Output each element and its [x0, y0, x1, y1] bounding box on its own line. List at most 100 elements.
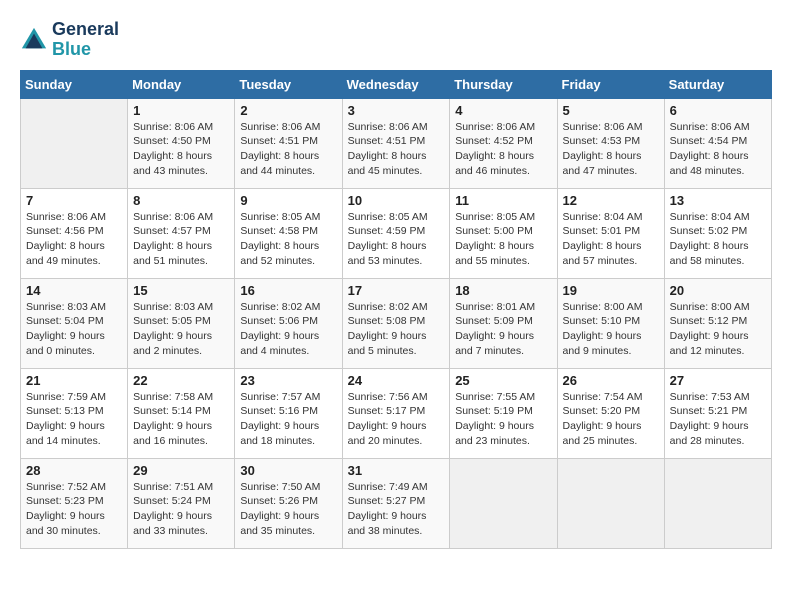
day-number: 27	[670, 373, 766, 388]
day-info: Sunrise: 8:06 AM Sunset: 4:51 PM Dayligh…	[348, 120, 445, 179]
calendar-cell: 29 Sunrise: 7:51 AM Sunset: 5:24 PM Dayli…	[128, 458, 235, 548]
day-info: Sunrise: 8:04 AM Sunset: 5:01 PM Dayligh…	[563, 210, 659, 269]
weekday-header-tuesday: Tuesday	[235, 70, 342, 98]
weekday-header-saturday: Saturday	[664, 70, 771, 98]
calendar-cell: 9 Sunrise: 8:05 AM Sunset: 4:58 PM Daylig…	[235, 188, 342, 278]
calendar-cell: 27 Sunrise: 7:53 AM Sunset: 5:21 PM Dayli…	[664, 368, 771, 458]
day-number: 21	[26, 373, 122, 388]
calendar-week-row: 7 Sunrise: 8:06 AM Sunset: 4:56 PM Daylig…	[21, 188, 772, 278]
calendar-cell: 3 Sunrise: 8:06 AM Sunset: 4:51 PM Daylig…	[342, 98, 450, 188]
day-info: Sunrise: 8:06 AM Sunset: 4:52 PM Dayligh…	[455, 120, 551, 179]
day-info: Sunrise: 8:00 AM Sunset: 5:10 PM Dayligh…	[563, 300, 659, 359]
calendar-cell	[664, 458, 771, 548]
day-number: 28	[26, 463, 122, 478]
day-info: Sunrise: 8:06 AM Sunset: 4:53 PM Dayligh…	[563, 120, 659, 179]
day-info: Sunrise: 8:03 AM Sunset: 5:05 PM Dayligh…	[133, 300, 229, 359]
calendar-cell: 23 Sunrise: 7:57 AM Sunset: 5:16 PM Dayli…	[235, 368, 342, 458]
day-number: 7	[26, 193, 122, 208]
calendar-cell: 20 Sunrise: 8:00 AM Sunset: 5:12 PM Dayli…	[664, 278, 771, 368]
day-number: 16	[240, 283, 336, 298]
day-number: 31	[348, 463, 445, 478]
day-info: Sunrise: 8:06 AM Sunset: 4:57 PM Dayligh…	[133, 210, 229, 269]
day-number: 13	[670, 193, 766, 208]
day-number: 3	[348, 103, 445, 118]
day-number: 15	[133, 283, 229, 298]
weekday-header-friday: Friday	[557, 70, 664, 98]
calendar-cell: 30 Sunrise: 7:50 AM Sunset: 5:26 PM Dayli…	[235, 458, 342, 548]
day-number: 19	[563, 283, 659, 298]
day-number: 17	[348, 283, 445, 298]
day-info: Sunrise: 8:06 AM Sunset: 4:51 PM Dayligh…	[240, 120, 336, 179]
calendar-week-row: 28Sunrise: 7:52 AM Sunset: 5:23 PM Dayli…	[21, 458, 772, 548]
day-number: 24	[348, 373, 445, 388]
calendar-cell: 17 Sunrise: 8:02 AM Sunset: 5:08 PM Dayli…	[342, 278, 450, 368]
day-info: Sunrise: 8:06 AM Sunset: 4:54 PM Dayligh…	[670, 120, 766, 179]
weekday-header-monday: Monday	[128, 70, 235, 98]
calendar-cell: 22 Sunrise: 7:58 AM Sunset: 5:14 PM Dayli…	[128, 368, 235, 458]
page-header: General Blue	[20, 20, 772, 60]
day-number: 25	[455, 373, 551, 388]
calendar-cell: 11Sunrise: 8:05 AM Sunset: 5:00 PM Dayli…	[450, 188, 557, 278]
day-info: Sunrise: 7:53 AM Sunset: 5:21 PM Dayligh…	[670, 390, 766, 449]
day-number: 29	[133, 463, 229, 478]
calendar-cell: 18 Sunrise: 8:01 AM Sunset: 5:09 PM Dayli…	[450, 278, 557, 368]
day-info: Sunrise: 8:05 AM Sunset: 4:59 PM Dayligh…	[348, 210, 445, 269]
day-number: 22	[133, 373, 229, 388]
day-number: 14	[26, 283, 122, 298]
calendar-cell: 5 Sunrise: 8:06 AM Sunset: 4:53 PM Daylig…	[557, 98, 664, 188]
calendar-cell: 4 Sunrise: 8:06 AM Sunset: 4:52 PM Daylig…	[450, 98, 557, 188]
day-info: Sunrise: 8:06 AM Sunset: 4:50 PM Dayligh…	[133, 120, 229, 179]
day-info: Sunrise: 8:06 AM Sunset: 4:56 PM Dayligh…	[26, 210, 122, 269]
day-number: 30	[240, 463, 336, 478]
weekday-header-sunday: Sunday	[21, 70, 128, 98]
day-number: 5	[563, 103, 659, 118]
calendar-cell: 19 Sunrise: 8:00 AM Sunset: 5:10 PM Dayli…	[557, 278, 664, 368]
calendar-cell: 31 Sunrise: 7:49 AM Sunset: 5:27 PM Dayli…	[342, 458, 450, 548]
day-info: Sunrise: 7:55 AM Sunset: 5:19 PM Dayligh…	[455, 390, 551, 449]
calendar-cell: 2 Sunrise: 8:06 AM Sunset: 4:51 PM Daylig…	[235, 98, 342, 188]
weekday-header-row: SundayMondayTuesdayWednesdayThursdayFrid…	[21, 70, 772, 98]
day-info: Sunrise: 8:04 AM Sunset: 5:02 PM Dayligh…	[670, 210, 766, 269]
calendar-cell: 12 Sunrise: 8:04 AM Sunset: 5:01 PM Dayli…	[557, 188, 664, 278]
day-info: Sunrise: 8:00 AM Sunset: 5:12 PM Dayligh…	[670, 300, 766, 359]
calendar-week-row: 14 Sunrise: 8:03 AM Sunset: 5:04 PM Dayli…	[21, 278, 772, 368]
day-info: Sunrise: 7:57 AM Sunset: 5:16 PM Dayligh…	[240, 390, 336, 449]
day-number: 2	[240, 103, 336, 118]
day-info: Sunrise: 7:50 AM Sunset: 5:26 PM Dayligh…	[240, 480, 336, 539]
day-number: 6	[670, 103, 766, 118]
day-info: Sunrise: 7:56 AM Sunset: 5:17 PM Dayligh…	[348, 390, 445, 449]
calendar-cell: 13 Sunrise: 8:04 AM Sunset: 5:02 PM Dayli…	[664, 188, 771, 278]
calendar-cell: 15 Sunrise: 8:03 AM Sunset: 5:05 PM Dayli…	[128, 278, 235, 368]
day-number: 26	[563, 373, 659, 388]
day-number: 1	[133, 103, 229, 118]
day-info: Sunrise: 8:03 AM Sunset: 5:04 PM Dayligh…	[26, 300, 122, 359]
weekday-header-wednesday: Wednesday	[342, 70, 450, 98]
day-info: Sunrise: 8:01 AM Sunset: 5:09 PM Dayligh…	[455, 300, 551, 359]
calendar-week-row: 1 Sunrise: 8:06 AM Sunset: 4:50 PM Daylig…	[21, 98, 772, 188]
day-number: 18	[455, 283, 551, 298]
calendar-cell: 1 Sunrise: 8:06 AM Sunset: 4:50 PM Daylig…	[128, 98, 235, 188]
calendar-cell	[450, 458, 557, 548]
day-number: 12	[563, 193, 659, 208]
calendar-cell: 25 Sunrise: 7:55 AM Sunset: 5:19 PM Dayli…	[450, 368, 557, 458]
day-number: 10	[348, 193, 445, 208]
calendar-cell: 28Sunrise: 7:52 AM Sunset: 5:23 PM Dayli…	[21, 458, 128, 548]
day-info: Sunrise: 7:51 AM Sunset: 5:24 PM Dayligh…	[133, 480, 229, 539]
calendar-cell: 7 Sunrise: 8:06 AM Sunset: 4:56 PM Daylig…	[21, 188, 128, 278]
logo-text: General Blue	[52, 20, 119, 60]
day-number: 20	[670, 283, 766, 298]
calendar-cell: 14 Sunrise: 8:03 AM Sunset: 5:04 PM Dayli…	[21, 278, 128, 368]
day-number: 4	[455, 103, 551, 118]
day-info: Sunrise: 8:02 AM Sunset: 5:08 PM Dayligh…	[348, 300, 445, 359]
day-info: Sunrise: 7:49 AM Sunset: 5:27 PM Dayligh…	[348, 480, 445, 539]
calendar-cell: 10 Sunrise: 8:05 AM Sunset: 4:59 PM Dayli…	[342, 188, 450, 278]
day-number: 23	[240, 373, 336, 388]
day-info: Sunrise: 8:05 AM Sunset: 4:58 PM Dayligh…	[240, 210, 336, 269]
calendar-cell: 16 Sunrise: 8:02 AM Sunset: 5:06 PM Dayli…	[235, 278, 342, 368]
calendar-cell: 21Sunrise: 7:59 AM Sunset: 5:13 PM Dayli…	[21, 368, 128, 458]
day-info: Sunrise: 7:58 AM Sunset: 5:14 PM Dayligh…	[133, 390, 229, 449]
day-info: Sunrise: 8:02 AM Sunset: 5:06 PM Dayligh…	[240, 300, 336, 359]
day-number: 9	[240, 193, 336, 208]
day-number: 8	[133, 193, 229, 208]
calendar-cell: 24 Sunrise: 7:56 AM Sunset: 5:17 PM Dayli…	[342, 368, 450, 458]
